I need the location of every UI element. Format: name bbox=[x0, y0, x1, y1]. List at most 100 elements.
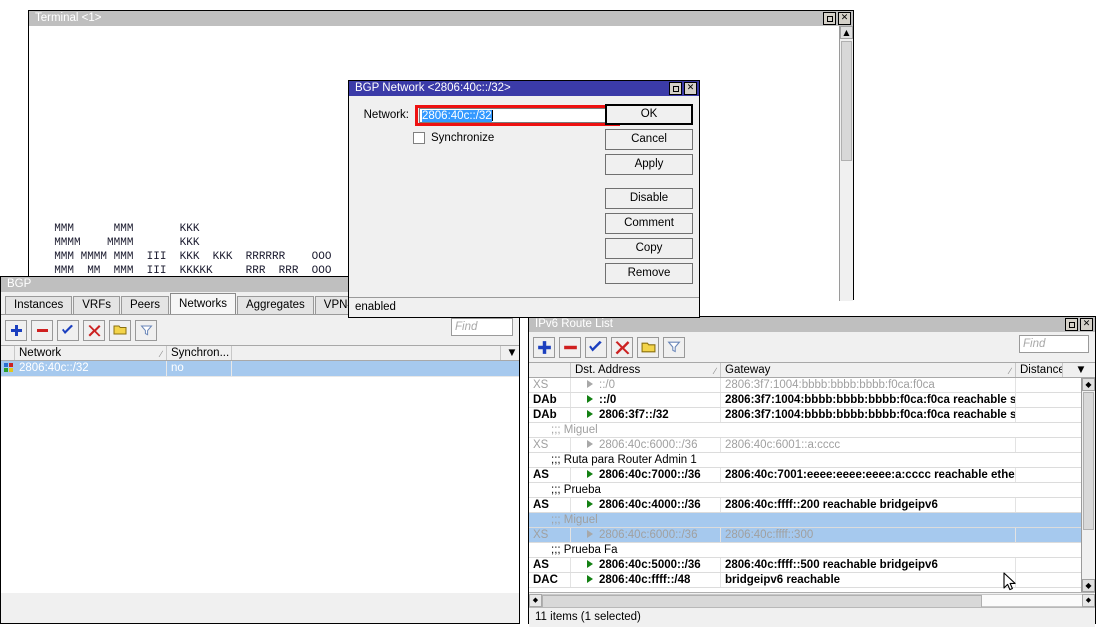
close-icon[interactable]: ✕ bbox=[838, 12, 851, 25]
add-icon[interactable] bbox=[533, 337, 555, 358]
synchronize-label: Synchronize bbox=[431, 132, 494, 144]
routes-horizontal-scrollbar[interactable]: ◆ ◆ bbox=[529, 592, 1095, 607]
bgp-col-flag[interactable] bbox=[1, 346, 15, 360]
terminal-vertical-scrollbar[interactable]: ▲ bbox=[839, 26, 853, 301]
routes-item-count: 11 items (1 selected) bbox=[535, 611, 641, 623]
remove-icon[interactable] bbox=[31, 320, 53, 341]
routes-col-dst-address[interactable]: Dst. Address∕ bbox=[571, 363, 721, 377]
routes-title: IPv6 Route List bbox=[535, 318, 613, 330]
table-row[interactable]: XS::/02806:3f7:1004:bbbb:bbbb:bbbb:f0ca:… bbox=[529, 378, 1081, 393]
ipv6-route-list-window[interactable]: IPv6 Route List ✕ Find Dst. Address∕ bbox=[528, 316, 1096, 624]
disable-icon[interactable] bbox=[83, 320, 105, 341]
add-icon[interactable] bbox=[5, 320, 27, 341]
hscroll-thumb[interactable] bbox=[542, 595, 982, 608]
scroll-down-icon[interactable]: ◆ bbox=[1082, 579, 1095, 592]
tab-peers[interactable]: Peers bbox=[121, 296, 169, 314]
route-active-arrow-icon bbox=[587, 530, 593, 538]
table-row[interactable]: AS2806:40c:7000::/362806:40c:7001:eeee:e… bbox=[529, 468, 1081, 483]
comment-icon[interactable] bbox=[637, 337, 659, 358]
dialog-titlebar[interactable]: BGP Network <2806:40c::/32> ✕ bbox=[349, 81, 699, 96]
cell-flags: XS bbox=[529, 528, 571, 542]
bgp-toolbar[interactable]: Find bbox=[1, 315, 519, 345]
disable-button[interactable]: Disable bbox=[605, 188, 693, 209]
maximize-icon[interactable] bbox=[669, 82, 682, 95]
disable-icon[interactable] bbox=[611, 337, 633, 358]
routes-grid-body[interactable]: XS::/02806:3f7:1004:bbbb:bbbb:bbbb:f0ca:… bbox=[529, 378, 1081, 592]
routes-find-input[interactable]: Find bbox=[1019, 335, 1089, 353]
filter-icon[interactable] bbox=[135, 320, 157, 341]
routes-grid-area[interactable]: XS::/02806:3f7:1004:bbbb:bbbb:bbbb:f0ca:… bbox=[529, 378, 1095, 592]
enable-icon[interactable] bbox=[585, 337, 607, 358]
cancel-button[interactable]: Cancel bbox=[605, 129, 693, 150]
route-comment-row[interactable]: ;;; Prueba Fa bbox=[529, 543, 1081, 558]
terminal-titlebar[interactable]: Terminal <1> ✕ bbox=[29, 11, 853, 26]
route-comment-row[interactable]: ;;; Miguel bbox=[529, 513, 1081, 528]
route-active-arrow-icon bbox=[587, 575, 593, 583]
scroll-thumb[interactable] bbox=[841, 41, 852, 161]
ok-button[interactable]: OK bbox=[605, 104, 693, 125]
bgp-window[interactable]: BGP Instances VRFs Peers Networks Aggreg… bbox=[0, 276, 520, 624]
filter-icon[interactable] bbox=[663, 337, 685, 358]
bgp-col-network[interactable]: Network∕ bbox=[15, 346, 167, 360]
apply-button[interactable]: Apply bbox=[605, 154, 693, 175]
bgp-grid-header[interactable]: Network∕ Synchron... ▼ bbox=[1, 345, 519, 361]
cell-dst-address: 2806:40c:4000::/36 bbox=[571, 498, 721, 512]
enable-icon[interactable] bbox=[57, 320, 79, 341]
bgp-network-dialog[interactable]: BGP Network <2806:40c::/32> ✕ Network: 2… bbox=[348, 80, 700, 318]
route-comment-row[interactable]: ;;; Ruta para Router Admin 1 bbox=[529, 453, 1081, 468]
dialog-buttons[interactable]: OK Cancel Apply Disable Comment Copy Rem… bbox=[605, 104, 693, 284]
scroll-thumb[interactable] bbox=[1083, 392, 1094, 530]
routes-col-distance[interactable]: Distance bbox=[1016, 363, 1063, 377]
remove-icon[interactable] bbox=[559, 337, 581, 358]
table-row[interactable]: DAb::/02806:3f7:1004:bbbb:bbbb:bbbb:f0ca… bbox=[529, 393, 1081, 408]
comment-icon[interactable] bbox=[109, 320, 131, 341]
cell-gateway: 2806:40c:6001::a:cccc bbox=[721, 438, 1016, 452]
cell-gateway: 2806:3f7:1004:bbbb:bbbb:bbbb:f0ca:f0ca bbox=[721, 378, 1016, 392]
routes-vertical-scrollbar[interactable]: ◆ ◆ bbox=[1081, 378, 1095, 592]
sort-ascending-icon: ∕ bbox=[1009, 364, 1011, 377]
scroll-up-icon[interactable]: ▲ bbox=[840, 26, 853, 39]
maximize-icon[interactable] bbox=[1065, 318, 1078, 331]
routes-grid-header[interactable]: Dst. Address∕ Gateway∕ Distance ▼ bbox=[529, 362, 1095, 378]
table-row[interactable]: DAC2806:40c:ffff::/48bridgeipv6 reachabl… bbox=[529, 573, 1081, 588]
bgp-grid-body[interactable]: 2806:40c::/32 no bbox=[1, 361, 519, 593]
copy-button[interactable]: Copy bbox=[605, 238, 693, 259]
tab-aggregates[interactable]: Aggregates bbox=[237, 296, 314, 314]
maximize-icon[interactable] bbox=[823, 12, 836, 25]
bgp-find-input[interactable]: Find bbox=[451, 318, 513, 336]
table-row[interactable]: AS2806:40c:4000::/362806:40c:ffff::200 r… bbox=[529, 498, 1081, 513]
bgp-col-synchronize[interactable]: Synchron... bbox=[167, 346, 232, 360]
route-active-arrow-icon bbox=[587, 440, 593, 448]
comment-button[interactable]: Comment bbox=[605, 213, 693, 234]
tab-instances[interactable]: Instances bbox=[5, 296, 72, 314]
bgp-column-menu-icon[interactable]: ▼ bbox=[501, 346, 519, 360]
table-row[interactable]: DAb2806:3f7::/322806:3f7:1004:bbbb:bbbb:… bbox=[529, 408, 1081, 423]
close-icon[interactable]: ✕ bbox=[1080, 318, 1093, 331]
tab-vrfs[interactable]: VRFs bbox=[73, 296, 120, 314]
bgp-col-blank[interactable] bbox=[232, 346, 501, 360]
scroll-up-icon[interactable]: ◆ bbox=[1082, 378, 1095, 391]
route-comment-text: ;;; Prueba Fa bbox=[529, 543, 617, 557]
routes-column-menu-icon[interactable]: ▼ bbox=[1063, 363, 1095, 377]
scroll-left-icon[interactable]: ◆ bbox=[529, 594, 542, 607]
terminal-title: Terminal <1> bbox=[35, 12, 101, 24]
close-icon[interactable]: ✕ bbox=[684, 82, 697, 95]
tab-networks[interactable]: Networks bbox=[170, 293, 236, 314]
routes-toolbar[interactable]: Find bbox=[529, 332, 1095, 362]
scroll-right-icon[interactable]: ◆ bbox=[1082, 594, 1095, 607]
routes-col-flags[interactable] bbox=[529, 363, 571, 377]
routes-titlebar[interactable]: IPv6 Route List ✕ bbox=[529, 317, 1095, 332]
hscroll-track[interactable] bbox=[542, 594, 1082, 607]
table-row[interactable]: AS2806:40c:5000::/362806:40c:ffff::500 r… bbox=[529, 558, 1081, 573]
route-comment-row[interactable]: ;;; Miguel bbox=[529, 423, 1081, 438]
route-comment-row[interactable]: ;;; Prueba bbox=[529, 483, 1081, 498]
table-row[interactable]: 2806:40c::/32 no bbox=[1, 361, 519, 377]
synchronize-checkbox[interactable] bbox=[413, 132, 425, 144]
cell-flags: XS bbox=[529, 378, 571, 392]
routes-col-gateway[interactable]: Gateway∕ bbox=[721, 363, 1016, 377]
remove-button[interactable]: Remove bbox=[605, 263, 693, 284]
terminal-window-controls: ✕ bbox=[823, 12, 851, 25]
table-row[interactable]: XS2806:40c:6000::/362806:40c:ffff::300 bbox=[529, 528, 1081, 543]
table-row[interactable]: XS2806:40c:6000::/362806:40c:6001::a:ccc… bbox=[529, 438, 1081, 453]
network-input[interactable]: 2806:40c::/32 bbox=[419, 108, 606, 123]
